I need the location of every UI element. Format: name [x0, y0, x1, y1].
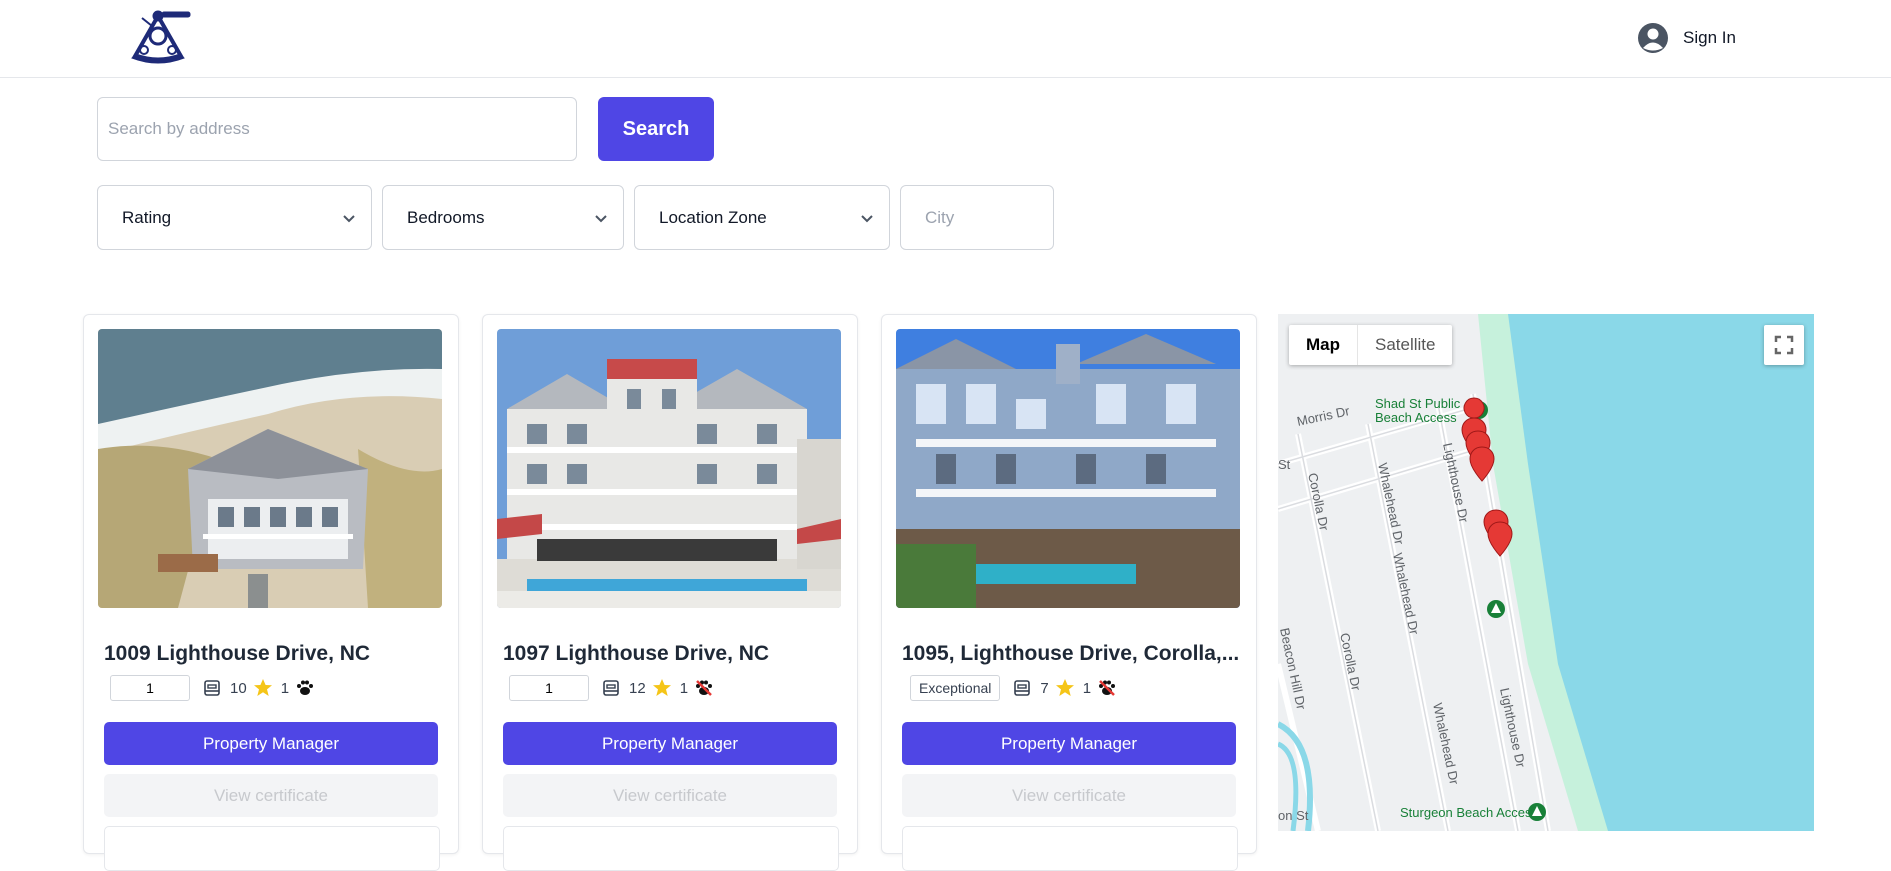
map-type-tabs: Map Satellite	[1289, 325, 1453, 365]
location-zone-filter-label: Location Zone	[659, 207, 767, 227]
property-meta: Exceptional 7 1	[902, 673, 1125, 703]
secondary-button[interactable]	[902, 826, 1238, 871]
map-label: on St	[1278, 808, 1309, 823]
paw-icon	[297, 680, 314, 695]
rating-value: 1	[679, 679, 689, 697]
no-pets-icon	[1099, 680, 1116, 696]
rating-filter-select[interactable]: Rating	[97, 185, 372, 250]
star-icon	[253, 679, 272, 696]
rating-value: 1	[280, 679, 290, 697]
property-manager-button[interactable]: Property Manager	[104, 722, 438, 765]
bed-icon	[204, 680, 220, 696]
park-icon[interactable]	[1487, 600, 1505, 618]
bedrooms-count: 7	[1040, 679, 1049, 697]
property-manager-button[interactable]: Property Manager	[902, 722, 1236, 765]
map-label: Shad St Public	[1375, 396, 1461, 411]
secondary-button[interactable]	[503, 826, 839, 871]
property-meta: 10 1	[104, 673, 323, 703]
rating-badge: Exceptional	[910, 675, 1001, 701]
property-card[interactable]: 1097 Lighthouse Drive, NC 12 1 Property …	[482, 314, 858, 871]
property-map[interactable]: Shad St Public Beach Access Morris Dr St…	[1278, 314, 1814, 831]
rating-filter-label: Rating	[122, 207, 172, 227]
bedrooms-filter-label: Bedrooms	[407, 207, 485, 227]
fullscreen-button[interactable]	[1764, 325, 1804, 365]
chevron-down-icon	[861, 215, 873, 223]
property-meta: 12 1	[503, 673, 722, 703]
secondary-button[interactable]	[104, 826, 440, 871]
location-zone-filter-select[interactable]: Location Zone	[634, 185, 890, 250]
park-icon[interactable]	[1528, 803, 1546, 821]
top-navbar: Sign In	[0, 0, 1891, 78]
bedrooms-count: 12	[629, 679, 646, 697]
map-label: St	[1278, 457, 1291, 472]
property-title[interactable]: 1009 Lighthouse Drive, NC	[104, 642, 444, 666]
bed-icon	[1014, 680, 1031, 696]
sextant-logo-icon[interactable]	[122, 6, 194, 66]
property-photo[interactable]	[98, 329, 442, 608]
property-card[interactable]: 1009 Lighthouse Drive, NC 10 1 Property …	[83, 314, 459, 871]
view-certificate-button[interactable]: View certificate	[503, 774, 837, 817]
rating-value: 1	[1082, 679, 1092, 697]
sign-in-button[interactable]: Sign In	[1637, 20, 1736, 56]
property-title[interactable]: 1095, Lighthouse Drive, Corolla,...	[902, 642, 1242, 666]
property-card[interactable]: 1095, Lighthouse Drive, Corolla,... Exce…	[881, 314, 1257, 871]
quantity-input[interactable]	[509, 675, 589, 701]
property-title[interactable]: 1097 Lighthouse Drive, NC	[503, 642, 843, 666]
no-pets-icon	[696, 680, 713, 696]
bedrooms-count: 10	[230, 679, 247, 697]
search-button[interactable]: Search	[598, 97, 714, 161]
sign-in-label: Sign In	[1683, 28, 1736, 47]
tab-satellite[interactable]: Satellite	[1358, 325, 1452, 365]
quantity-input[interactable]	[110, 675, 190, 701]
bed-icon	[603, 680, 619, 696]
map-label: Beach Access	[1375, 410, 1457, 425]
user-avatar-icon	[1638, 23, 1668, 53]
fullscreen-icon	[1774, 335, 1794, 355]
map-label: Sturgeon Beach Access	[1400, 805, 1539, 820]
star-icon	[1055, 679, 1074, 696]
view-certificate-button[interactable]: View certificate	[104, 774, 438, 817]
map-canvas[interactable]: Shad St Public Beach Access Morris Dr St…	[1278, 314, 1814, 831]
bedrooms-filter-select[interactable]: Bedrooms	[382, 185, 624, 250]
chevron-down-icon	[343, 215, 355, 223]
city-filter-input[interactable]	[900, 185, 1054, 250]
star-icon	[652, 679, 671, 696]
address-search-input[interactable]	[97, 97, 577, 161]
property-photo[interactable]	[896, 329, 1240, 608]
chevron-down-icon	[595, 215, 607, 223]
view-certificate-button[interactable]: View certificate	[902, 774, 1236, 817]
property-photo[interactable]	[497, 329, 841, 608]
tab-map[interactable]: Map	[1289, 325, 1358, 365]
property-manager-button[interactable]: Property Manager	[503, 722, 837, 765]
